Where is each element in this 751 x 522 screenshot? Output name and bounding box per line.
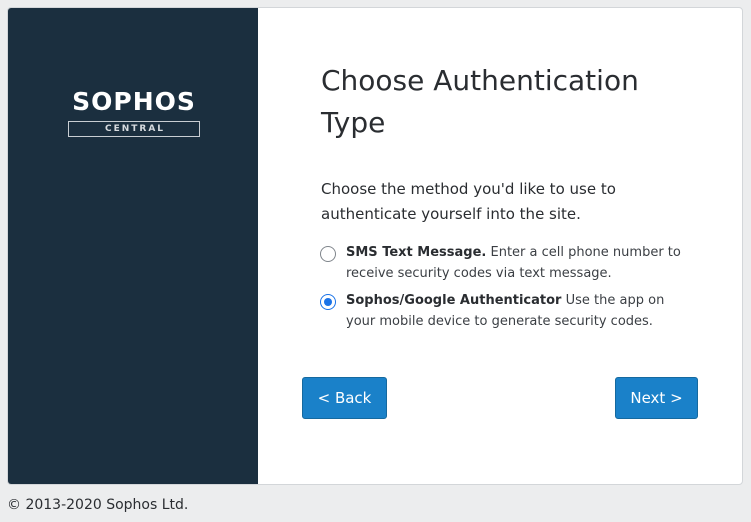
option-authenticator-label: Sophos/Google Authenticator — [346, 293, 562, 308]
option-authenticator[interactable]: Sophos/Google Authenticator Use the app … — [320, 290, 700, 332]
radio-authenticator[interactable] — [320, 294, 336, 310]
auth-panel: Choose Authentication Type Choose the me… — [258, 8, 742, 484]
sophos-central-logo: SOPHOS CENTRAL — [68, 88, 200, 137]
option-sms[interactable]: SMS Text Message. Enter a cell phone num… — [320, 242, 700, 284]
option-authenticator-text: Sophos/Google Authenticator Use the app … — [346, 290, 688, 332]
logo-wordmark: SOPHOS — [72, 87, 196, 116]
intro-text: Choose the method you'd like to use to a… — [321, 180, 616, 223]
logo-subtitle: CENTRAL — [68, 121, 200, 137]
back-button[interactable]: < Back — [302, 377, 387, 419]
option-sms-label: SMS Text Message. — [346, 245, 487, 260]
copyright-footer: © 2013-2020 Sophos Ltd. — [7, 497, 189, 513]
radio-sms[interactable] — [320, 246, 336, 262]
next-button[interactable]: Next > — [615, 377, 698, 419]
login-card: SOPHOS CENTRAL Choose Authentication Typ… — [7, 7, 743, 485]
page-title: Choose Authentication Type — [321, 64, 639, 139]
brand-sidebar: SOPHOS CENTRAL — [8, 8, 258, 484]
option-sms-text: SMS Text Message. Enter a cell phone num… — [346, 242, 688, 284]
